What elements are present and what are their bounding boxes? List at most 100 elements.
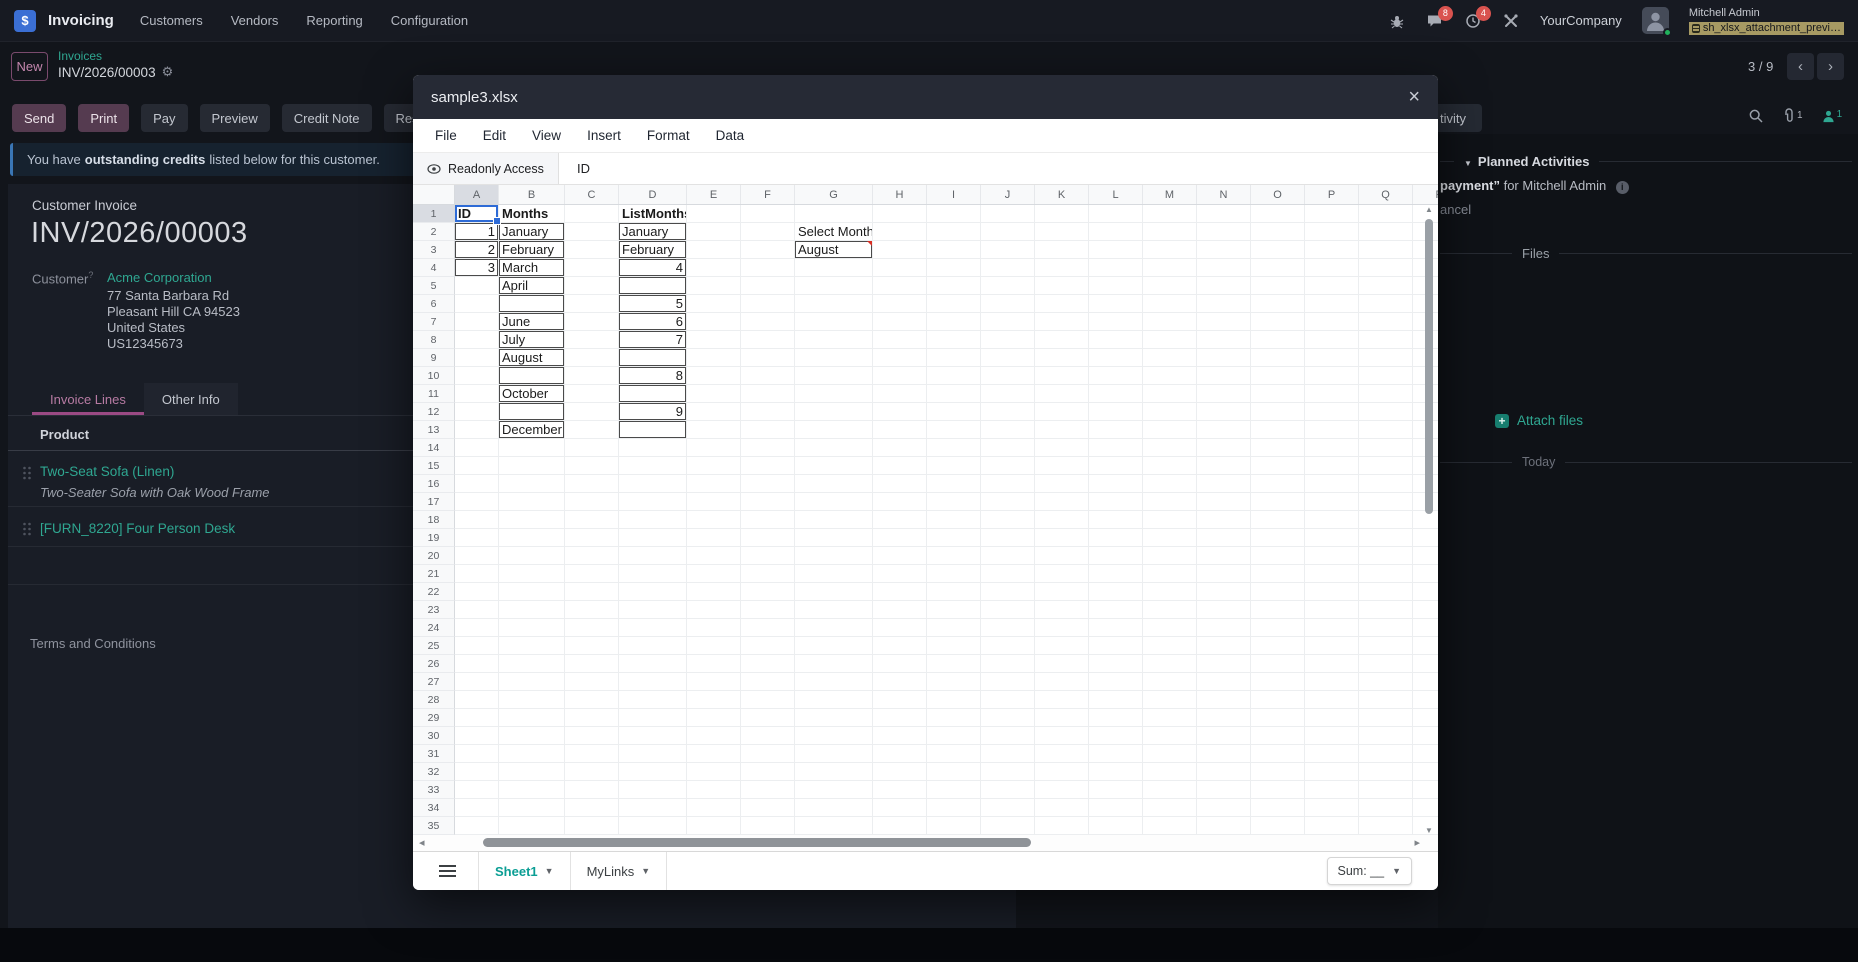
cell-B4[interactable]: March [499,259,565,277]
cell-C30[interactable] [565,727,619,745]
cell-F6[interactable] [741,295,795,313]
cell-G34[interactable] [795,799,873,817]
cell-K14[interactable] [1035,439,1089,457]
cell-Q22[interactable] [1359,583,1413,601]
cell-H34[interactable] [873,799,927,817]
cell-N30[interactable] [1197,727,1251,745]
cell-H15[interactable] [873,457,927,475]
cell-C32[interactable] [565,763,619,781]
cell-H3[interactable] [873,241,927,259]
avatar[interactable] [1642,7,1669,34]
cell-O28[interactable] [1251,691,1305,709]
cell-D4[interactable]: 4 [619,259,687,277]
cell-N13[interactable] [1197,421,1251,439]
cell-I26[interactable] [927,655,981,673]
cell-E8[interactable] [687,331,741,349]
cell-Q2[interactable] [1359,223,1413,241]
cell-G11[interactable] [795,385,873,403]
cell-P27[interactable] [1305,673,1359,691]
menu-view[interactable]: View [532,128,561,143]
cell-P22[interactable] [1305,583,1359,601]
cell-H6[interactable] [873,295,927,313]
cell-N7[interactable] [1197,313,1251,331]
cell-B5[interactable]: April [499,277,565,295]
row-header-32[interactable]: 32 [413,763,455,781]
cell-F9[interactable] [741,349,795,367]
row-header-8[interactable]: 8 [413,331,455,349]
cell-L4[interactable] [1089,259,1143,277]
messages-icon[interactable]: 8 [1426,12,1444,30]
menu-file[interactable]: File [435,128,457,143]
row-header-11[interactable]: 11 [413,385,455,403]
cell-K26[interactable] [1035,655,1089,673]
cell-A17[interactable] [455,493,499,511]
cell-H4[interactable] [873,259,927,277]
cell-A12[interactable] [455,403,499,421]
cell-Q15[interactable] [1359,457,1413,475]
cell-M5[interactable] [1143,277,1197,295]
cell-M2[interactable] [1143,223,1197,241]
cell-A34[interactable] [455,799,499,817]
cell-J30[interactable] [981,727,1035,745]
cell-G18[interactable] [795,511,873,529]
cell-J3[interactable] [981,241,1035,259]
cell-B34[interactable] [499,799,565,817]
cell-I35[interactable] [927,817,981,835]
cell-K1[interactable] [1035,205,1089,223]
column-header-N[interactable]: N [1197,185,1251,204]
cell-N27[interactable] [1197,673,1251,691]
cell-D19[interactable] [619,529,687,547]
cell-B28[interactable] [499,691,565,709]
cell-E28[interactable] [687,691,741,709]
cell-P34[interactable] [1305,799,1359,817]
cell-A14[interactable] [455,439,499,457]
cell-J24[interactable] [981,619,1035,637]
cancel-link-partial[interactable]: ancel [1440,202,1471,217]
cell-C27[interactable] [565,673,619,691]
pager-prev-button[interactable]: ‹ [1787,53,1814,80]
row-header-12[interactable]: 12 [413,403,455,421]
search-icon[interactable] [1748,108,1764,129]
row-header-16[interactable]: 16 [413,475,455,493]
cell-I12[interactable] [927,403,981,421]
cell-Q29[interactable] [1359,709,1413,727]
row-header-14[interactable]: 14 [413,439,455,457]
cell-C9[interactable] [565,349,619,367]
cell-A31[interactable] [455,745,499,763]
cell-C33[interactable] [565,781,619,799]
cell-M26[interactable] [1143,655,1197,673]
cell-A28[interactable] [455,691,499,709]
cell-B23[interactable] [499,601,565,619]
cell-Q16[interactable] [1359,475,1413,493]
cell-D2[interactable]: January [619,223,687,241]
nav-item-configuration[interactable]: Configuration [391,13,468,28]
cell-M10[interactable] [1143,367,1197,385]
customer-link[interactable]: Acme Corporation [107,270,212,285]
cell-B1[interactable]: Months [499,205,565,223]
cell-A15[interactable] [455,457,499,475]
cell-D28[interactable] [619,691,687,709]
cell-L21[interactable] [1089,565,1143,583]
cell-J2[interactable] [981,223,1035,241]
cell-D6[interactable]: 5 [619,295,687,313]
cell-M21[interactable] [1143,565,1197,583]
cell-F15[interactable] [741,457,795,475]
column-header-O[interactable]: O [1251,185,1305,204]
row-header-6[interactable]: 6 [413,295,455,313]
menu-data[interactable]: Data [716,128,745,143]
cell-H26[interactable] [873,655,927,673]
cell-G15[interactable] [795,457,873,475]
cell-M28[interactable] [1143,691,1197,709]
cell-B18[interactable] [499,511,565,529]
cell-J25[interactable] [981,637,1035,655]
cell-L13[interactable] [1089,421,1143,439]
scroll-left-icon[interactable]: ◂ [419,836,425,849]
cell-Q8[interactable] [1359,331,1413,349]
column-header-R[interactable]: R [1413,185,1438,204]
cell-L1[interactable] [1089,205,1143,223]
cell-Q24[interactable] [1359,619,1413,637]
column-header-P[interactable]: P [1305,185,1359,204]
cell-E27[interactable] [687,673,741,691]
cell-O35[interactable] [1251,817,1305,835]
cell-J15[interactable] [981,457,1035,475]
